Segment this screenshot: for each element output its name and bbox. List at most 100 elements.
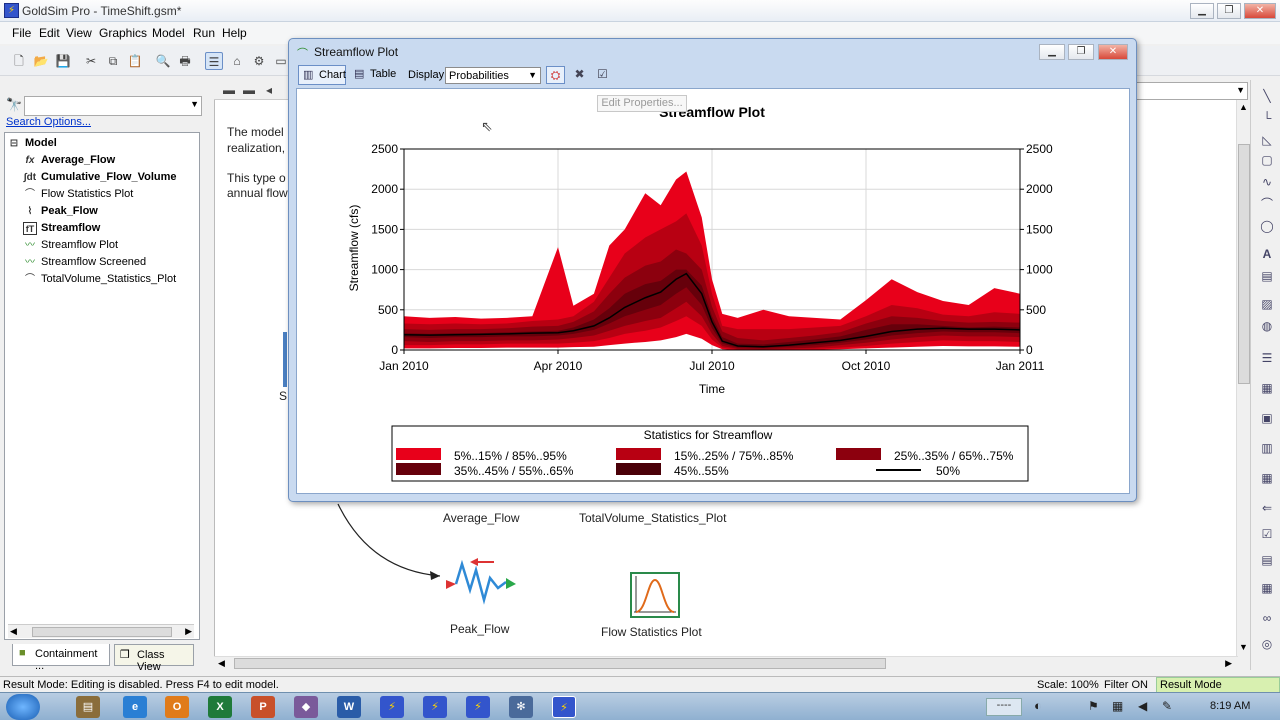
size-tool-icon[interactable]: ▣	[1259, 410, 1275, 426]
plot-minimize-button[interactable]: ▁	[1039, 44, 1065, 60]
print-preview-icon[interactable]: 🔍	[154, 52, 172, 70]
minimize-button[interactable]: ▁	[1190, 3, 1214, 19]
goldsim-taskbar-icon[interactable]: ⚡	[423, 696, 447, 718]
folder-icon[interactable]: ▬	[220, 81, 238, 99]
checklist-icon[interactable]: ☑	[593, 66, 612, 84]
scroll-up-icon[interactable]: ▲	[1239, 102, 1248, 112]
tree-root-model[interactable]: ⊟ Model	[10, 137, 57, 149]
tree-item[interactable]: fT Streamflow	[23, 222, 100, 235]
outlook-icon[interactable]: O	[165, 696, 189, 718]
layout-tool-icon[interactable]: ▦	[1259, 380, 1275, 396]
cut-icon[interactable]: ✂	[82, 52, 100, 70]
scroll-left-icon[interactable]: ◀	[10, 626, 17, 637]
container-icon[interactable]: ⌂	[228, 52, 246, 70]
tray-icon[interactable]: ◐	[1034, 698, 1042, 713]
check-tool-icon[interactable]: ☑	[1259, 526, 1275, 542]
scroll-right-icon[interactable]: ▶	[1225, 658, 1232, 669]
arrow-tool-icon[interactable]: ⇐	[1259, 500, 1275, 516]
back-arrow-icon[interactable]: ◂	[260, 81, 278, 99]
tab-class-view[interactable]: ❒ Class View	[114, 644, 194, 673]
elbow-line-tool-icon[interactable]: └	[1259, 110, 1275, 126]
chart-tab[interactable]: ▥ Chart	[298, 65, 346, 85]
scroll-thumb[interactable]	[1238, 144, 1250, 384]
flow-statistics-plot-node-icon[interactable]	[630, 572, 680, 618]
list-tool-icon[interactable]: ▤	[1259, 552, 1275, 568]
excel-icon[interactable]: X	[208, 696, 232, 718]
tree-view-toggle-icon[interactable]: ☰	[205, 52, 223, 70]
ellipse-tool-icon[interactable]: ◯	[1259, 218, 1275, 234]
copy-icon[interactable]: ⧉	[104, 52, 122, 70]
line-tool-icon[interactable]: ╲	[1259, 88, 1275, 104]
goldsim-taskbar-icon-active[interactable]: ⚡	[552, 696, 576, 718]
menu-edit[interactable]: Edit	[39, 26, 60, 40]
network-icon[interactable]: ▦	[1112, 699, 1123, 713]
powerpoint-icon[interactable]: P	[251, 696, 275, 718]
tree-item[interactable]: ⌒ TotalVolume_Statistics_Plot	[25, 273, 176, 285]
open-folder-icon[interactable]: 📂	[32, 52, 50, 70]
display-select[interactable]: Probabilities ▼	[445, 67, 541, 84]
image-tool-icon[interactable]: ▨	[1259, 296, 1275, 312]
close-button[interactable]: ✕	[1244, 3, 1276, 19]
grid-tool-icon[interactable]: ▥	[1259, 440, 1275, 456]
globe-tool-icon[interactable]: ◍	[1259, 318, 1275, 334]
tree-item[interactable]: ∫dt Cumulative_Flow_Volume	[24, 171, 177, 183]
chevron-down-icon[interactable]: ▼	[190, 99, 199, 109]
maximize-button[interactable]: ❐	[1217, 3, 1241, 19]
app-icon[interactable]: ◆	[294, 696, 318, 718]
ie-icon[interactable]: e	[123, 696, 147, 718]
save-icon[interactable]: 💾	[54, 52, 72, 70]
tree-item[interactable]: 〰 Streamflow Plot	[25, 239, 118, 251]
tree-item[interactable]: fx Average_Flow	[26, 154, 116, 166]
network-app-icon[interactable]: ✻	[509, 696, 533, 718]
menu-model[interactable]: Model	[152, 26, 185, 40]
link-tool-icon[interactable]: ∞	[1259, 610, 1275, 626]
folder-up-icon[interactable]: ▬	[240, 81, 258, 99]
canvas-vertical-scrollbar[interactable]: ▲ ▼	[1236, 100, 1250, 658]
tray-extra-icon[interactable]: ✎	[1162, 699, 1172, 713]
scroll-left-icon[interactable]: ◀	[218, 658, 225, 669]
curve-tool-icon[interactable]: ∿	[1259, 174, 1275, 190]
search-options-link[interactable]: Search Options...	[6, 116, 91, 128]
tree-item[interactable]: 〰 Streamflow Screened	[25, 256, 146, 268]
scroll-right-icon[interactable]: ▶	[185, 626, 192, 637]
group-tool-icon[interactable]: ▦	[1259, 470, 1275, 486]
plot-maximize-button[interactable]: ❐	[1068, 44, 1094, 60]
menu-graphics[interactable]: Graphics	[99, 26, 147, 40]
scroll-thumb[interactable]	[234, 658, 886, 669]
search-input[interactable]: ▼	[24, 96, 202, 116]
print-icon[interactable]: 🖶	[176, 52, 194, 70]
menu-view[interactable]: View	[66, 26, 92, 40]
goldsim-taskbar-icon[interactable]: ⚡	[380, 696, 404, 718]
menu-help[interactable]: Help	[222, 26, 247, 40]
rectangle-tool-icon[interactable]: ▢	[1259, 152, 1275, 168]
goldsim-taskbar-icon[interactable]: ⚡	[466, 696, 490, 718]
bulb-tool-icon[interactable]: ◎	[1259, 636, 1275, 652]
menu-file[interactable]: File	[12, 26, 31, 40]
tree-item[interactable]: ⌇ Peak_Flow	[28, 205, 98, 217]
menu-run[interactable]: Run	[193, 26, 215, 40]
align-tool-icon[interactable]: ☰	[1259, 350, 1275, 366]
flag-icon[interactable]: ⚑	[1088, 699, 1099, 713]
binoculars-icon[interactable]: 🔭	[6, 97, 22, 113]
tools-icon[interactable]: ✖	[570, 66, 589, 84]
canvas-dropdown[interactable]: ▼	[1130, 82, 1248, 100]
text-tool-icon[interactable]: A	[1259, 246, 1275, 262]
word-icon[interactable]: W	[337, 696, 361, 718]
new-file-icon[interactable]: 🗋	[10, 52, 28, 70]
tree-item[interactable]: ⌒ Flow Statistics Plot	[25, 188, 133, 200]
textbox-tool-icon[interactable]: ▤	[1259, 268, 1275, 284]
chevron-down-icon[interactable]: ▼	[1236, 85, 1245, 95]
explorer-icon[interactable]: ▤	[76, 696, 100, 718]
tree-horizontal-scrollbar[interactable]: ◀ ▶	[8, 624, 194, 638]
peak-flow-node-icon[interactable]	[444, 556, 518, 612]
plot-close-button[interactable]: ✕	[1098, 44, 1128, 60]
polyline-tool-icon[interactable]: ◺	[1259, 132, 1275, 148]
table-tab[interactable]: ▤ Table	[350, 65, 398, 85]
arc-tool-icon[interactable]: ⌒	[1259, 196, 1275, 212]
start-button[interactable]	[6, 694, 40, 720]
table-tool-icon[interactable]: ▦	[1259, 580, 1275, 596]
scroll-down-icon[interactable]: ▼	[1239, 642, 1248, 652]
run-model-icon[interactable]: ⚙	[250, 52, 268, 70]
scroll-thumb[interactable]	[32, 627, 172, 637]
edit-properties-icon[interactable]: ⛭	[546, 66, 565, 84]
